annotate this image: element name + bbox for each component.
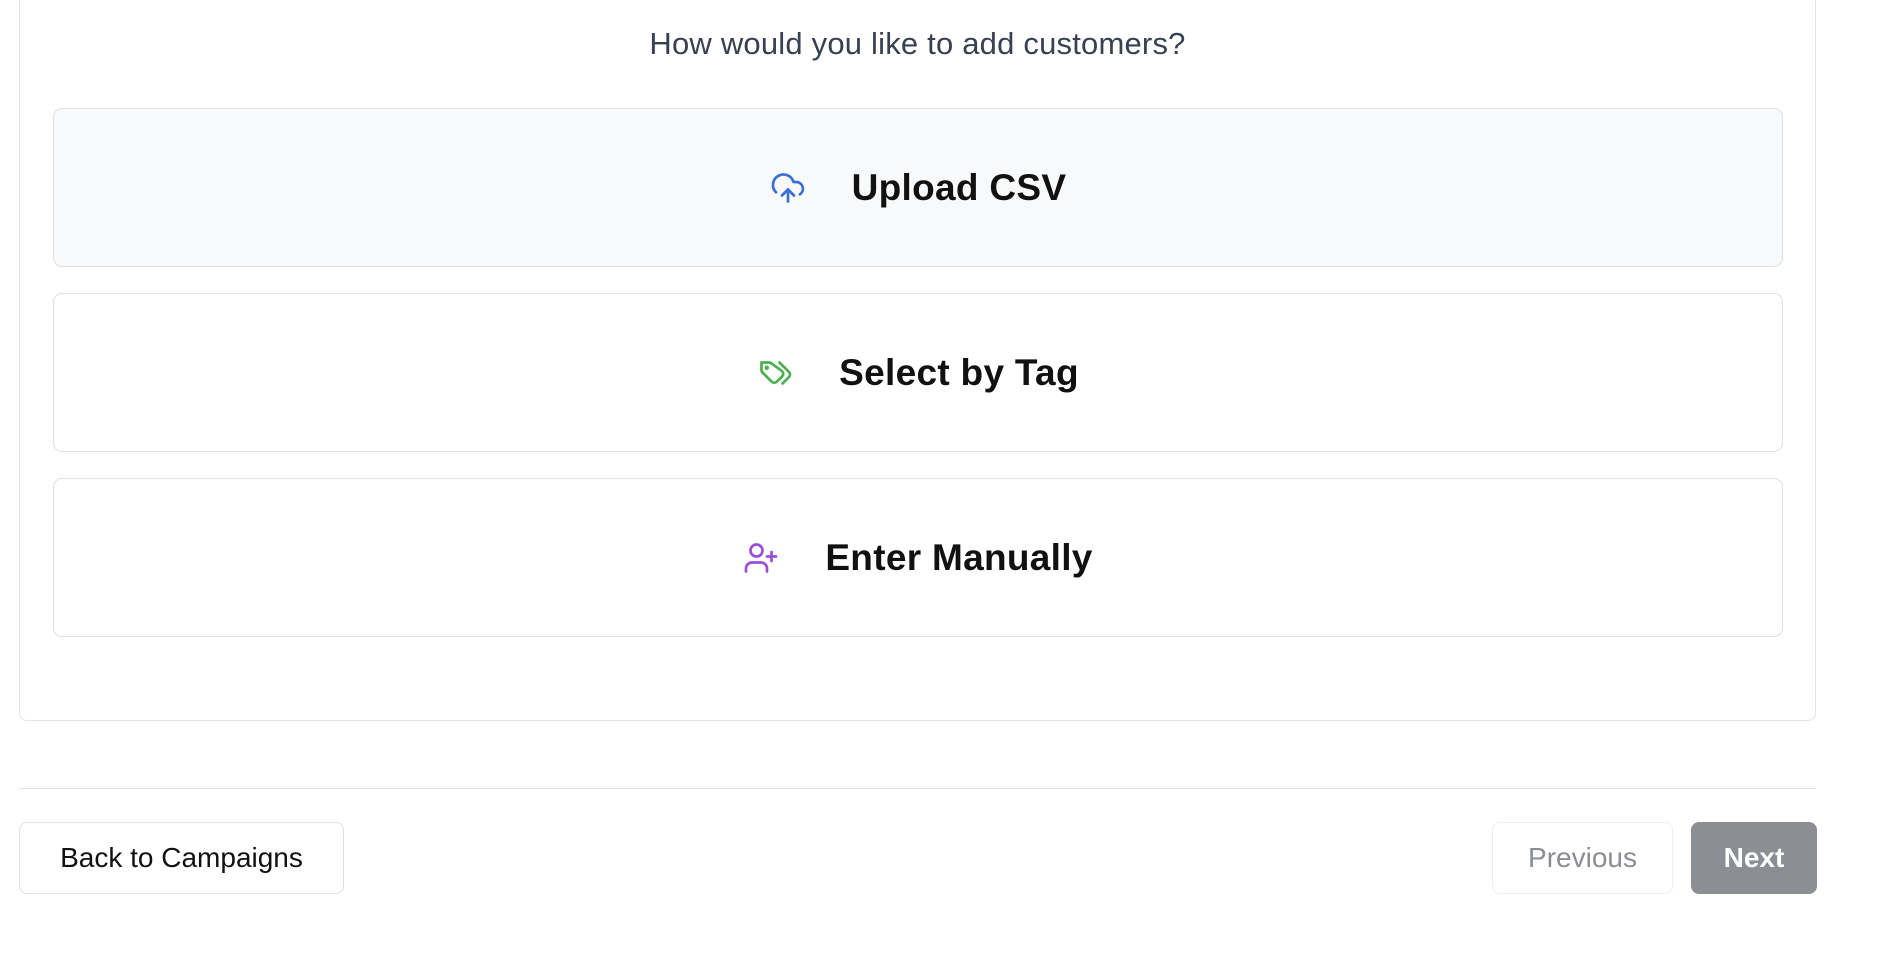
upload-csv-option[interactable]: Upload CSV <box>53 108 1783 267</box>
previous-button[interactable]: Previous <box>1492 822 1673 894</box>
upload-csv-label: Upload CSV <box>851 166 1067 208</box>
select-by-tag-option[interactable]: Select by Tag <box>53 293 1783 452</box>
enter-manually-option[interactable]: Enter Manually <box>53 478 1783 637</box>
cloud-upload-icon <box>770 170 806 206</box>
add-customers-panel: How would you like to add customers? Upl… <box>19 0 1816 721</box>
question-heading: How would you like to add customers? <box>649 26 1186 61</box>
back-to-campaigns-button[interactable]: Back to Campaigns <box>19 822 344 894</box>
next-button[interactable]: Next <box>1691 822 1817 894</box>
footer-divider <box>19 788 1816 789</box>
enter-manually-label: Enter Manually <box>825 536 1093 578</box>
user-plus-icon <box>743 540 779 576</box>
select-by-tag-label: Select by Tag <box>839 351 1079 393</box>
tags-icon <box>757 355 793 391</box>
